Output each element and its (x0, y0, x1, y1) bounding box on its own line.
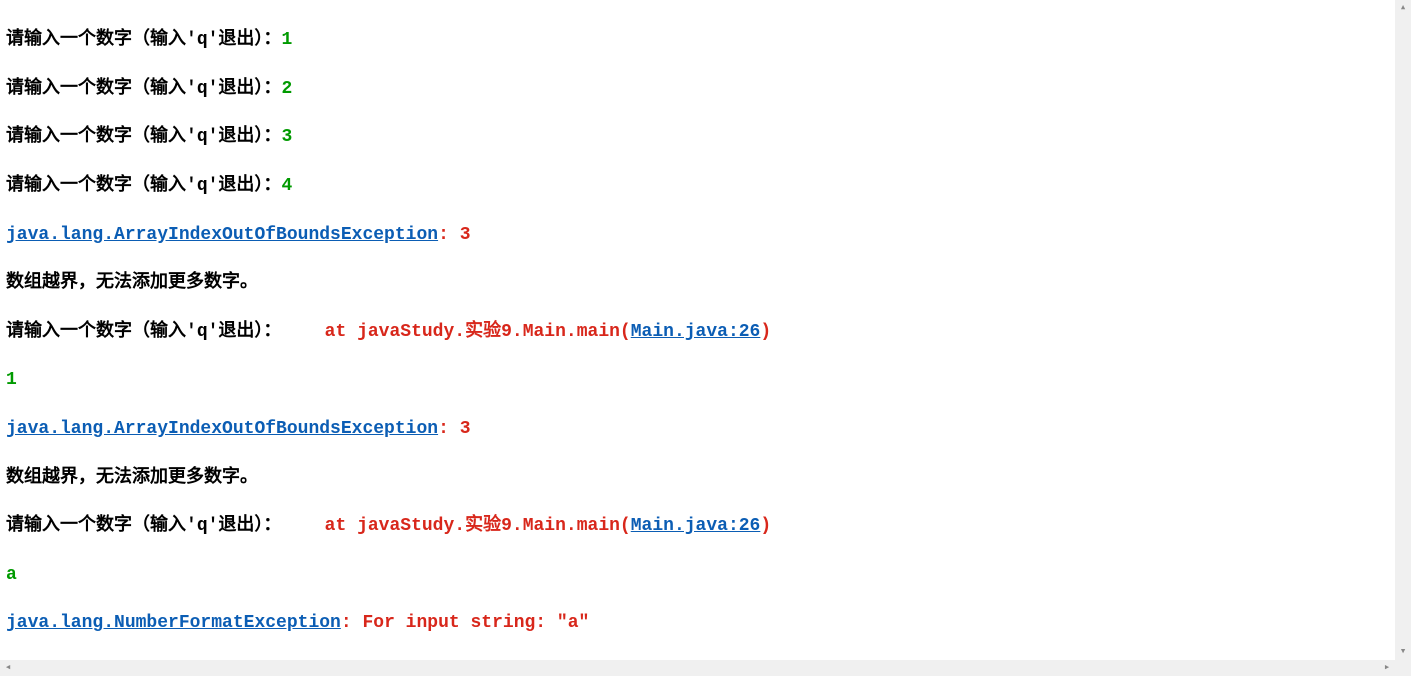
prompt-text: 请输入一个数字（输入' (6, 176, 197, 196)
prompt-with-trace-1: 请输入一个数字（输入'q'退出）： at javaStudy.实验9.Main.… (6, 320, 1389, 344)
prompt-q: q (197, 516, 208, 536)
prompt-tail: '退出）： (208, 176, 282, 196)
prompt-q: q (197, 322, 208, 342)
exception-link[interactable]: java.lang.ArrayIndexOutOfBoundsException (6, 225, 438, 245)
trace-pkg-cn: 实验9 (465, 516, 512, 536)
prompt-q: q (197, 30, 208, 50)
trace-pkg-cn: 实验9 (465, 322, 512, 342)
scroll-left-icon[interactable]: ◂ (0, 660, 16, 676)
user-input: 2 (281, 79, 292, 99)
trace-method: .Main.main( (512, 516, 631, 536)
scrollbar-corner (1395, 660, 1411, 676)
prompt-text: 请输入一个数字（输入' (6, 79, 197, 99)
message-line: 数组越界，无法添加更多数字。 (6, 271, 1389, 295)
scroll-up-icon[interactable]: ▴ (1395, 0, 1411, 16)
prompt-line-4: 请输入一个数字（输入'q'退出）：4 (6, 174, 1389, 198)
prompt-tail: '退出）： (208, 127, 282, 147)
prompt-tail: '退出）： (208, 516, 282, 536)
prompt-text: 请输入一个数字（输入' (6, 322, 197, 342)
exception-line-2: java.lang.ArrayIndexOutOfBoundsException… (6, 417, 1389, 441)
console-output: 请输入一个数字（输入'q'退出）：1 请输入一个数字（输入'q'退出）：2 请输… (0, 0, 1395, 660)
user-input: 1 (281, 30, 292, 50)
exception-msg: For input string: "a" (362, 613, 589, 633)
trace-at: at (281, 322, 357, 342)
exception-link[interactable]: java.lang.ArrayIndexOutOfBoundsException (6, 419, 438, 439)
prompt-tail: '退出）： (208, 79, 282, 99)
prompt-tail: '退出）： (208, 30, 282, 50)
scroll-right-icon[interactable]: ▸ (1379, 660, 1395, 676)
trace-close: ) (760, 322, 771, 342)
message-line: 数组越界，无法添加更多数字。 (6, 466, 1389, 490)
prompt-q: q (197, 79, 208, 99)
prompt-q: q (197, 127, 208, 147)
user-input: 3 (281, 127, 292, 147)
prompt-line-2: 请输入一个数字（输入'q'退出）：2 (6, 77, 1389, 101)
exception-line-1: java.lang.ArrayIndexOutOfBoundsException… (6, 223, 1389, 247)
prompt-text: 请输入一个数字（输入' (6, 516, 197, 536)
horizontal-scrollbar[interactable]: ◂ ▸ (0, 660, 1395, 676)
vertical-scrollbar[interactable]: ▴ ▾ (1395, 0, 1411, 660)
trace-method: .Main.main( (512, 322, 631, 342)
exception-sep: : (438, 225, 460, 245)
trace-pkg: javaStudy. (357, 516, 465, 536)
prompt-tail: '退出）： (208, 322, 282, 342)
trace-at: at (281, 516, 357, 536)
exception-msg: 3 (460, 225, 471, 245)
exception-sep: : (438, 419, 460, 439)
trace-pkg: javaStudy. (357, 322, 465, 342)
prompt-with-trace-2: 请输入一个数字（输入'q'退出）： at javaStudy.实验9.Main.… (6, 514, 1389, 538)
prompt-q: q (197, 176, 208, 196)
scroll-down-icon[interactable]: ▾ (1395, 644, 1411, 660)
user-input-line: 1 (6, 368, 1389, 392)
prompt-line-3: 请输入一个数字（输入'q'退出）：3 (6, 125, 1389, 149)
exception-line-3: java.lang.NumberFormatException: For inp… (6, 611, 1389, 635)
exception-link[interactable]: java.lang.NumberFormatException (6, 613, 341, 633)
source-link[interactable]: Main.java:26 (631, 516, 761, 536)
prompt-text: 请输入一个数字（输入' (6, 127, 197, 147)
user-input: 4 (281, 176, 292, 196)
source-link[interactable]: Main.java:26 (631, 322, 761, 342)
prompt-text: 请输入一个数字（输入' (6, 30, 197, 50)
prompt-line-1: 请输入一个数字（输入'q'退出）：1 (6, 28, 1389, 52)
user-input-line: a (6, 563, 1389, 587)
trace-close: ) (760, 516, 771, 536)
exception-msg: 3 (460, 419, 471, 439)
exception-sep: : (341, 613, 363, 633)
